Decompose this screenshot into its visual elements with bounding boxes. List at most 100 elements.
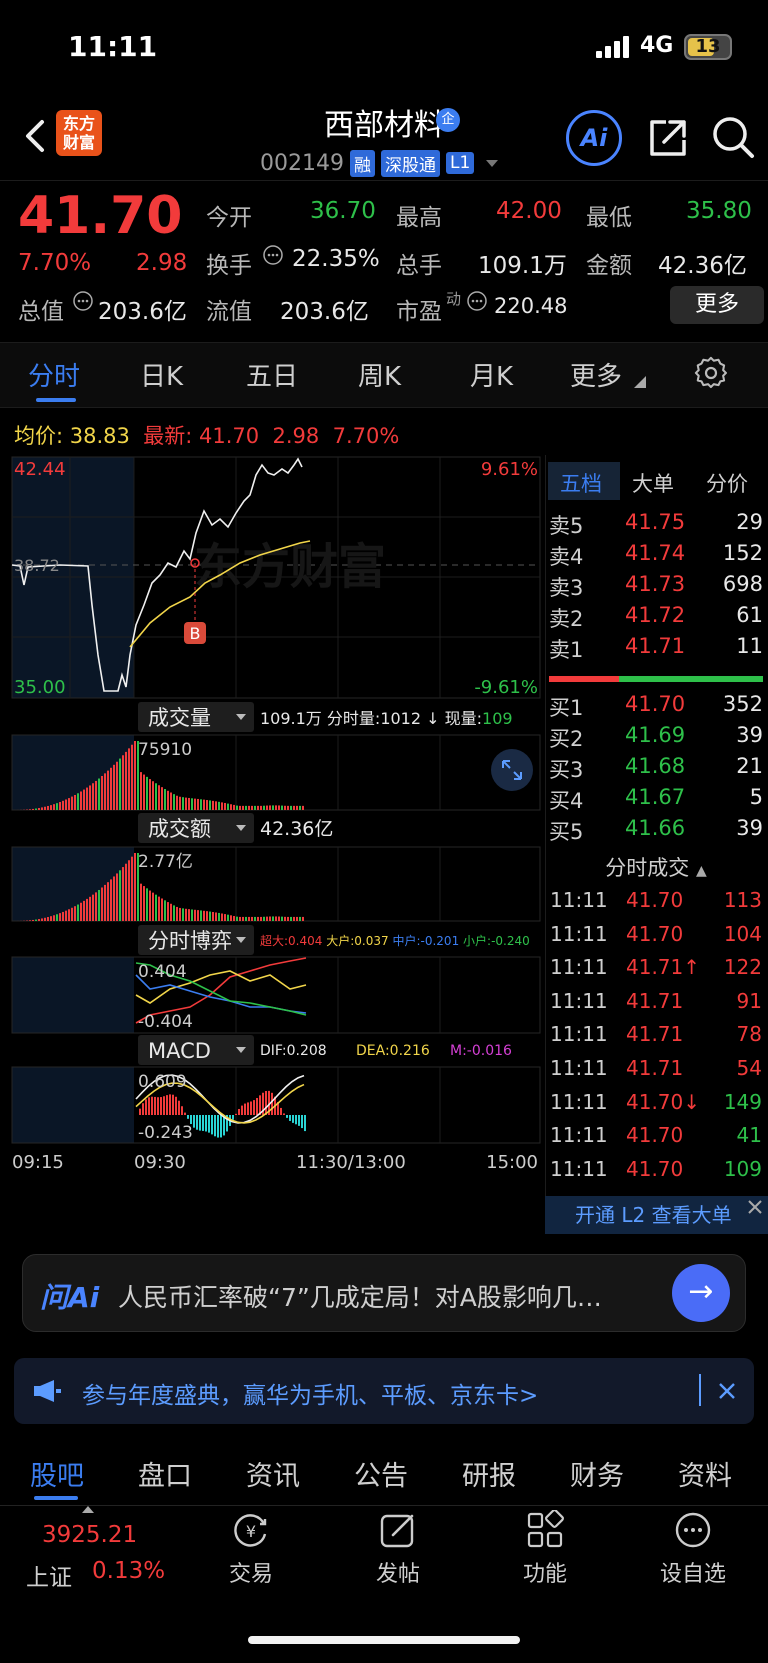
tab-news[interactable]: 资讯 (246, 1454, 300, 1493)
trade-price: 41.71 (626, 1022, 684, 1047)
trade-time: 11:11 (550, 955, 608, 980)
index-change-percent[interactable]: 0.13% (92, 1558, 165, 1584)
volume-axis-max: 75910 (138, 740, 192, 760)
macd-bar (187, 1115, 189, 1119)
amount-bar (185, 908, 187, 921)
ask-row[interactable]: 卖1 41.71 11 (549, 634, 765, 664)
search-icon[interactable] (710, 114, 756, 160)
trades-title[interactable]: 分时成交 ▲ (549, 852, 763, 882)
promo-text[interactable]: 参与年度盛典，赢华为手机、平板、京东卡> (82, 1376, 538, 1410)
macd-bar (280, 1107, 282, 1115)
stock-code-row[interactable]: 002149 融 深股通 L1 (260, 148, 499, 178)
macd-bar (244, 1103, 246, 1115)
amount-bar (32, 919, 34, 921)
close-icon[interactable] (716, 1380, 738, 1402)
bid-row[interactable]: 买1 41.70 352 (549, 692, 765, 722)
pe-label: 市盈 (396, 299, 442, 325)
bid-row[interactable]: 买4 41.67 5 (549, 785, 765, 815)
gear-icon[interactable] (694, 356, 728, 390)
pe-value: 220.48 (494, 294, 568, 318)
volume-bar (254, 805, 256, 810)
macd-bar (139, 1108, 141, 1115)
ai-question-text[interactable]: 人民币汇率破“7”几成定局！对A股影响几… (118, 1278, 658, 1314)
pct-axis-bottom: -9.61% (474, 677, 538, 698)
volume-bar (173, 794, 175, 810)
functions-button[interactable]: 功能 (500, 1510, 590, 1588)
amount-bar (275, 916, 277, 921)
index-name[interactable]: 上证 (26, 1558, 72, 1592)
trade-volume: 104 (723, 921, 762, 946)
macd-bar (184, 1112, 186, 1115)
amount-bar (194, 909, 196, 921)
amount-bar (149, 890, 151, 921)
macd-bar (193, 1115, 195, 1128)
tab-five-day[interactable]: 五日 (246, 356, 298, 393)
trade-volume: 78 (736, 1022, 762, 1047)
macd-bar (295, 1115, 297, 1125)
caret-up-icon (82, 1506, 94, 1513)
ask-volume: 698 (722, 572, 763, 596)
tab-daily-k[interactable]: 日K (140, 356, 183, 393)
amount-label: 金额 (586, 253, 632, 279)
l2-upgrade-banner[interactable]: 开通 L2 查看大单 (545, 1196, 768, 1234)
tab-weekly-k[interactable]: 周K (358, 356, 401, 393)
chevron-down-icon (486, 159, 499, 167)
amount-bar (152, 892, 154, 921)
corner-caret-icon (634, 376, 646, 388)
more-info-icon[interactable] (72, 290, 94, 312)
macd-bar (202, 1115, 204, 1131)
tag-shenzhen-connect: 深股通 (380, 149, 440, 177)
more-info-icon[interactable] (466, 290, 488, 312)
macd-bar (241, 1105, 243, 1115)
bid-row[interactable]: 买5 41.66 39 (549, 816, 765, 846)
volume-bar (266, 805, 268, 810)
more-button[interactable]: 更多 (670, 286, 764, 324)
ask-row[interactable]: 卖3 41.73 698 (549, 572, 765, 602)
volume-bar (260, 805, 262, 810)
arrow-right-icon[interactable]: → (672, 1264, 730, 1322)
amount-bar (197, 910, 199, 921)
ask-row[interactable]: 卖4 41.74 152 (549, 541, 765, 571)
ask-row[interactable]: 卖5 41.75 29 (549, 510, 765, 540)
tab-profile[interactable]: 资料 (678, 1454, 732, 1493)
amount-bar (41, 918, 43, 921)
tab-forum[interactable]: 股吧 (30, 1454, 84, 1493)
volume-bar (203, 799, 205, 810)
amount-bar (158, 896, 160, 921)
volume-bar (68, 798, 70, 810)
home-indicator (248, 1636, 520, 1644)
macd-bar (172, 1094, 174, 1115)
add-watchlist-button[interactable]: 设自选 (648, 1510, 738, 1588)
volume-bar (44, 806, 46, 810)
amount-bar (134, 853, 136, 921)
volume-bar (236, 805, 238, 810)
tab-announcements[interactable]: 公告 (354, 1454, 408, 1493)
ask-row[interactable]: 卖2 41.72 61 (549, 603, 765, 633)
tab-five-levels[interactable]: 五档 (560, 468, 602, 498)
tab-more[interactable]: 更多 (570, 356, 622, 393)
low-value: 35.80 (686, 198, 752, 224)
post-button[interactable]: 发帖 (353, 1510, 443, 1588)
more-info-icon[interactable] (262, 244, 284, 266)
tab-research[interactable]: 研报 (462, 1454, 516, 1493)
tab-financials[interactable]: 财务 (570, 1454, 624, 1493)
trade-price: 41.70 (626, 1123, 684, 1148)
trade-button[interactable]: ¥ 交易 (206, 1510, 296, 1588)
tab-price-distribution[interactable]: 分价 (706, 468, 748, 498)
index-value[interactable]: 3925.21 (42, 1522, 137, 1548)
ai-button[interactable]: Ai (566, 110, 622, 166)
amount-panel-total: 42.36亿 (260, 818, 333, 840)
amount-panel-label: 成交额 (148, 817, 211, 841)
bid-volume: 39 (736, 816, 763, 840)
tab-big-orders[interactable]: 大单 (632, 468, 674, 498)
volume-bar (104, 773, 106, 810)
amount-bar (143, 886, 145, 921)
intraday-chart[interactable]: 东方财富 B 42.44 38.72 35.00 9.61% -9.61% 成交量 109.1万… (0, 455, 545, 1235)
tab-monthly-k[interactable]: 月K (470, 356, 513, 393)
bid-row[interactable]: 买3 41.68 21 (549, 754, 765, 784)
tab-order-flow[interactable]: 盘口 (138, 1454, 192, 1493)
close-icon[interactable] (744, 1196, 766, 1218)
bid-row[interactable]: 买2 41.69 39 (549, 723, 765, 753)
share-icon[interactable] (646, 116, 690, 160)
tab-intraday[interactable]: 分时 (28, 356, 80, 393)
